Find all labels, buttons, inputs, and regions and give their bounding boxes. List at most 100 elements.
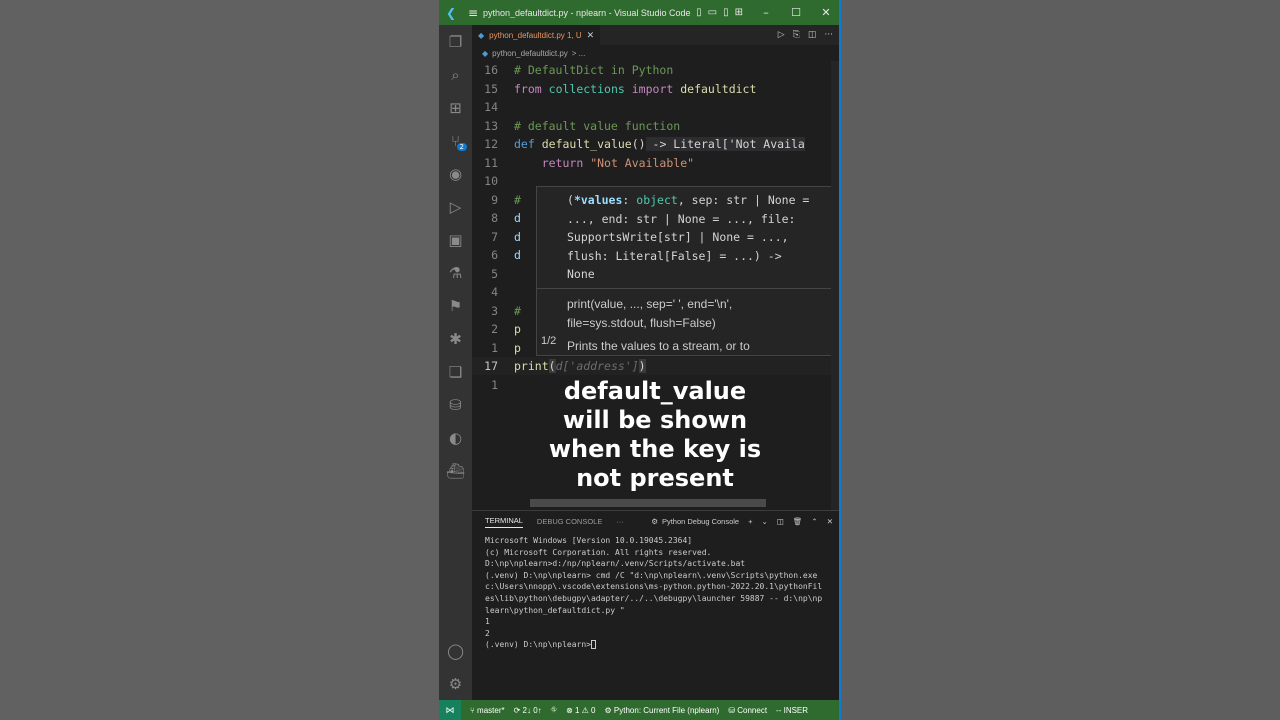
horizontal-scrollbar[interactable] bbox=[530, 499, 766, 507]
keyword-def: def bbox=[514, 137, 535, 151]
tab-python-defaultdict[interactable]: ◆ python_defaultdict.py 1, U ✕ bbox=[472, 25, 601, 45]
terminal-line: c:\Users\nnopp\.vscode\extensions\ms-pyt… bbox=[485, 582, 823, 592]
caption-line: when the key is bbox=[548, 435, 762, 463]
function-call-print: print bbox=[514, 359, 549, 373]
line-number: 10 bbox=[484, 174, 498, 188]
maximize-button[interactable]: ☐ bbox=[781, 6, 811, 19]
caption-line: not present bbox=[576, 464, 734, 492]
customize-layout-icon[interactable]: ⊞ bbox=[735, 7, 743, 18]
maximize-panel-icon[interactable]: ⌃ bbox=[811, 517, 817, 526]
line-number: 17 bbox=[484, 359, 498, 373]
breadcrumb: ◆ python_defaultdict.py > ... bbox=[472, 45, 839, 61]
more-actions-icon[interactable]: ··· bbox=[824, 30, 833, 40]
panel-more-icon[interactable]: ··· bbox=[616, 517, 624, 526]
title-bar: ❮ ≡ python_defaultdict.py - nplearn - Vi… bbox=[439, 0, 839, 25]
overload-counter[interactable]: 1/2 bbox=[541, 335, 556, 347]
editor-tabs: ◆ python_defaultdict.py 1, U ✕ ▷ ⎘ ◫ ··· bbox=[472, 25, 839, 45]
keyword-import: import bbox=[631, 81, 674, 96]
toggle-secondary-sidebar-icon[interactable]: ▯ bbox=[723, 7, 729, 18]
bookmarks-icon[interactable]: ⚑ bbox=[439, 289, 472, 322]
vscode-logo-icon: ❮ bbox=[445, 5, 457, 20]
split-editor-icon[interactable]: ◫ bbox=[808, 30, 817, 40]
signature-help-popup[interactable]: (*values: object, sep: str | None = ...,… bbox=[536, 186, 839, 356]
line-number: 1 bbox=[491, 340, 498, 355]
branch-name: master* bbox=[477, 705, 505, 715]
database-icon[interactable]: ⛁ bbox=[439, 388, 472, 421]
close-tab-icon[interactable]: ✕ bbox=[587, 30, 595, 41]
source-control-badge: 2 bbox=[456, 143, 467, 151]
function-name: default_value bbox=[541, 137, 632, 151]
terminal-line: es\lib\python\debugpy\adapter/../..\debu… bbox=[485, 593, 823, 603]
tab-debug-console[interactable]: DEBUG CONSOLE bbox=[537, 517, 602, 526]
git-graph-icon[interactable]: ◉ bbox=[439, 157, 472, 190]
gear-icon: ⚙ bbox=[651, 517, 658, 526]
code-text: d bbox=[514, 211, 521, 225]
vscode-window: ❮ ≡ python_defaultdict.py - nplearn - Vi… bbox=[439, 0, 841, 720]
remote-explorer-icon[interactable]: ▣ bbox=[439, 223, 472, 256]
run-file-icon[interactable]: ▷ bbox=[778, 30, 785, 40]
breadcrumb-python-icon: ◆ bbox=[482, 48, 489, 58]
code-text: d bbox=[514, 248, 521, 262]
code-text: p bbox=[514, 340, 521, 355]
code-line: 13 # default value function bbox=[472, 117, 839, 135]
connect-status[interactable]: ⛁ Connect bbox=[728, 706, 767, 715]
code-comment: # bbox=[514, 192, 521, 207]
split-terminal-icon[interactable]: ◫ bbox=[777, 517, 784, 526]
terminal-output[interactable]: Microsoft Windows [Version 10.0.19045.23… bbox=[472, 532, 839, 651]
jupyter-icon[interactable]: ❏ bbox=[439, 355, 472, 388]
signature-docs: print(value, ..., sep=' ', end='\n', fil… bbox=[537, 293, 839, 356]
source-control-icon[interactable]: ⑂ 2 bbox=[439, 124, 472, 157]
git-graph-status-icon[interactable]: ⛗ bbox=[551, 705, 557, 715]
manage-gear-icon[interactable]: ⚙ bbox=[439, 667, 472, 700]
active-parameter: *values bbox=[573, 193, 623, 207]
breadcrumb-rest[interactable]: > ... bbox=[572, 49, 586, 58]
tab-terminal[interactable]: TERMINAL bbox=[485, 516, 523, 528]
docker-icon[interactable]: ⛴ bbox=[439, 454, 472, 487]
open-changes-icon[interactable]: ⎘ bbox=[793, 30, 800, 40]
keyword-from: from bbox=[514, 81, 542, 96]
terminal-selector[interactable]: ⚙ Python Debug Console bbox=[651, 517, 739, 526]
run-debug-icon[interactable]: ▷ bbox=[439, 190, 472, 223]
line-number: 9 bbox=[491, 192, 498, 207]
account-icon[interactable]: ◯ bbox=[439, 634, 472, 667]
doc-line: print(value, ..., sep=' ', end='\n', bbox=[567, 296, 733, 311]
gitlens-icon[interactable]: ◐ bbox=[439, 421, 472, 454]
doc-line: Prints the values to a stream, or to bbox=[567, 338, 750, 353]
new-terminal-icon[interactable]: + bbox=[748, 517, 752, 526]
close-panel-icon[interactable]: ✕ bbox=[827, 517, 833, 526]
connect-label: Connect bbox=[737, 705, 768, 715]
code-line: 12 def default_value() -> Literal['Not A… bbox=[472, 135, 839, 153]
toggle-sidebar-icon[interactable]: ▯ bbox=[696, 7, 702, 18]
terminal-line: learn\python_defaultdict.py " bbox=[485, 605, 625, 615]
close-window-button[interactable]: ✕ bbox=[811, 6, 839, 19]
menu-icon[interactable]: ≡ bbox=[463, 6, 483, 20]
caption-line: will be shown bbox=[562, 406, 748, 434]
chevron-down-icon[interactable]: ⌄ bbox=[761, 517, 767, 526]
sync-status[interactable]: ⟳ 2↓ 0↑ bbox=[514, 706, 542, 715]
testing-icon[interactable]: ⚗ bbox=[439, 256, 472, 289]
minimize-button[interactable]: – bbox=[751, 6, 781, 19]
search-icon[interactable]: ⌕ bbox=[439, 58, 472, 91]
explorer-icon[interactable]: ❐ bbox=[439, 25, 472, 58]
close-paren: ) bbox=[638, 359, 646, 373]
breadcrumb-file[interactable]: python_defaultdict.py bbox=[492, 49, 568, 58]
extensions-icon[interactable]: ⊞ bbox=[439, 91, 472, 124]
toggle-panel-icon[interactable]: ▭ bbox=[708, 7, 717, 18]
kubernetes-icon[interactable]: ✱ bbox=[439, 322, 472, 355]
terminal-line: 2 bbox=[485, 628, 490, 638]
problems-status[interactable]: ⊗ 1 ⚠ 0 bbox=[566, 706, 595, 715]
kill-terminal-icon[interactable]: 🗑 bbox=[793, 517, 803, 526]
parens: () bbox=[631, 137, 646, 151]
minimap[interactable] bbox=[831, 61, 839, 510]
branch-status[interactable]: ⑂ master* bbox=[470, 706, 505, 715]
doc-line: file=sys.stdout, flush=False) bbox=[567, 315, 716, 330]
interpreter-status[interactable]: ⚙ Python: Current File (nplearn) bbox=[605, 706, 720, 715]
line-number: 15 bbox=[484, 81, 498, 96]
code-line: 16 # DefaultDict in Python bbox=[472, 61, 839, 79]
interpreter-name: Python: Current File (nplearn) bbox=[613, 705, 720, 715]
module-name: collections bbox=[548, 81, 625, 96]
video-letterbox-left bbox=[0, 0, 439, 720]
video-caption: default_value will be shown when the key… bbox=[540, 377, 770, 493]
remote-indicator-icon[interactable]: ⋈ bbox=[439, 700, 461, 720]
line-number: 3 bbox=[491, 303, 498, 318]
